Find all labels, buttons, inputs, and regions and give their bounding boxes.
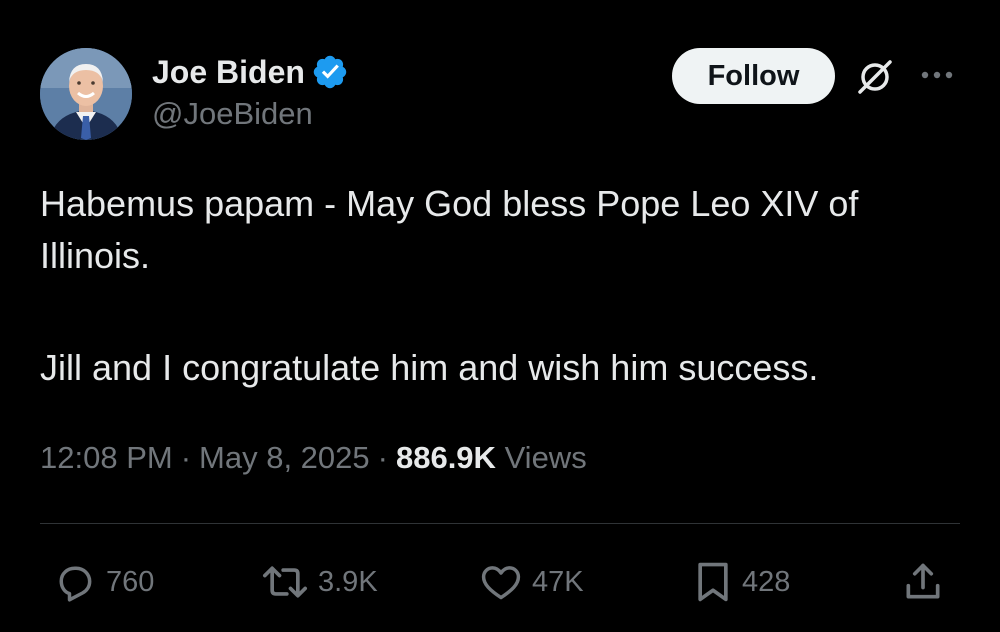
- views-count: 886.9K: [395, 440, 496, 475]
- bookmark-button[interactable]: 428: [692, 560, 790, 604]
- repost-count: 3.9K: [318, 565, 378, 598]
- heart-icon: [481, 566, 521, 600]
- name-row: Joe Biden: [152, 52, 349, 92]
- follow-button[interactable]: Follow: [672, 48, 835, 104]
- views-label: Views: [504, 440, 587, 475]
- tweet-card: Joe Biden @JoeBiden Follow Habemus papam…: [0, 0, 1000, 632]
- tweet-text: Habemus papam - May God bless Pope Leo X…: [40, 178, 970, 394]
- avatar[interactable]: [40, 48, 132, 140]
- verified-badge-icon[interactable]: [311, 53, 349, 91]
- bookmark-count: 428: [742, 565, 791, 598]
- share-button[interactable]: [900, 560, 954, 604]
- repost-icon: [263, 566, 307, 598]
- meta-separator: ·: [180, 440, 192, 475]
- divider: [40, 523, 960, 524]
- like-count: 47K: [532, 565, 584, 598]
- author-display-name[interactable]: Joe Biden: [152, 54, 305, 91]
- bookmark-icon: [698, 562, 728, 602]
- reply-icon: [59, 566, 92, 602]
- like-button[interactable]: 47K: [478, 560, 584, 604]
- tweet-paragraph-2: Jill and I congratulate him and wish him…: [40, 347, 819, 388]
- grok-icon[interactable]: [854, 56, 896, 98]
- author-handle[interactable]: @JoeBiden: [152, 96, 349, 132]
- meta-separator: ·: [377, 440, 388, 475]
- tweet-time[interactable]: 12:08 PM: [40, 440, 173, 475]
- reply-count: 760: [106, 565, 155, 598]
- author-info: Joe Biden @JoeBiden: [152, 52, 349, 132]
- reply-button[interactable]: 760: [52, 560, 154, 604]
- tweet-meta: 12:08 PM · May 8, 2025 · 886.9K Views: [40, 440, 587, 476]
- more-icon[interactable]: [918, 63, 956, 87]
- repost-button[interactable]: 3.9K: [260, 560, 378, 604]
- tweet-date[interactable]: May 8, 2025: [199, 440, 370, 475]
- share-icon: [906, 563, 940, 599]
- tweet-paragraph-1: Habemus papam - May God bless Pope Leo X…: [40, 183, 859, 276]
